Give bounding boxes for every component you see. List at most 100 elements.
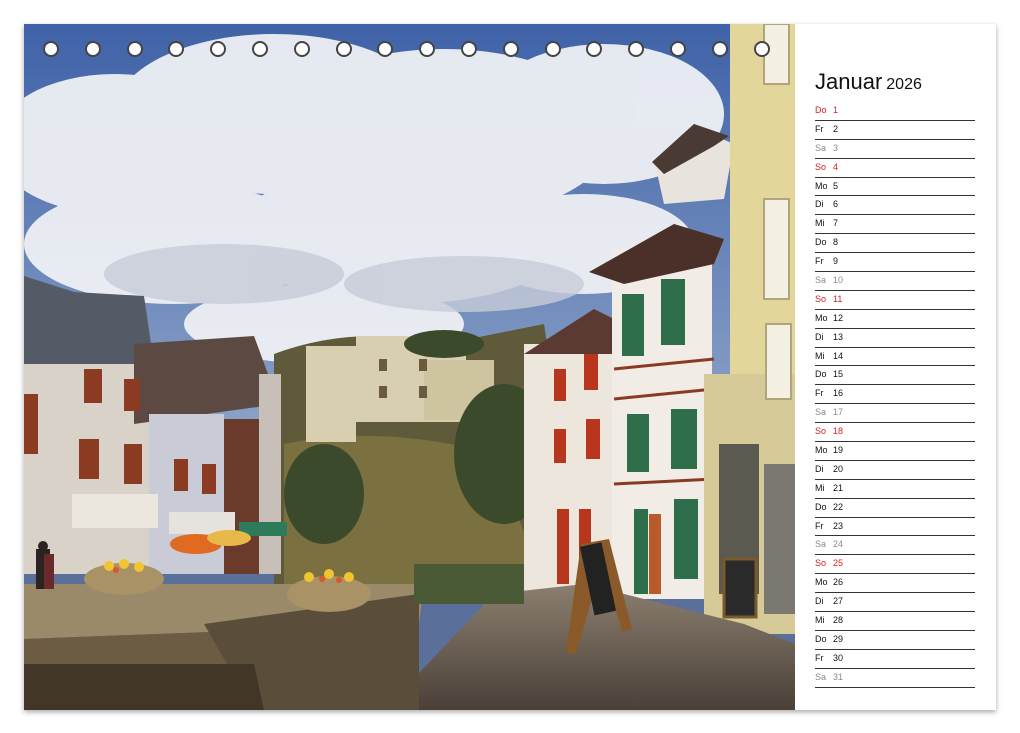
weekday-label: Di <box>815 596 824 607</box>
day-row: Di 6 <box>815 196 975 216</box>
day-row: Mi 28 <box>815 612 975 631</box>
old-town-scene <box>24 24 795 710</box>
day-number: 4 <box>833 161 839 172</box>
day-row: Do 1 <box>815 102 975 121</box>
day-number: 19 <box>833 445 844 456</box>
day-number: 16 <box>833 388 844 399</box>
binding-ring <box>628 41 644 57</box>
day-row: Di 27 <box>815 593 975 613</box>
day-number: 8 <box>833 237 839 248</box>
day-row: Sa 31 <box>815 669 975 688</box>
binding-ring <box>712 41 728 57</box>
town-photo <box>24 24 795 710</box>
weekday-label: Fr <box>815 520 824 531</box>
day-number: 6 <box>833 199 839 210</box>
day-row: Do 15 <box>815 366 975 386</box>
day-number: 23 <box>833 520 844 531</box>
binding-ring <box>336 41 352 57</box>
weekday-label: So <box>815 558 827 569</box>
weekday-label: Do <box>815 237 827 248</box>
day-number: 1 <box>833 105 839 115</box>
day-number: 12 <box>833 312 844 323</box>
day-row: Sa 3 <box>815 140 975 159</box>
weekday-label: Do <box>815 633 827 644</box>
day-number: 30 <box>833 652 844 663</box>
binding-ring <box>127 41 143 57</box>
day-number: 7 <box>833 218 839 229</box>
weekday-label: Mi <box>815 350 825 361</box>
day-row: Sa 10 <box>815 272 975 291</box>
day-number: 15 <box>833 369 844 380</box>
day-row: Mi 14 <box>815 348 975 367</box>
day-row: Fr 30 <box>815 650 975 669</box>
binding-ring <box>252 41 268 57</box>
day-row: Do 29 <box>815 631 975 650</box>
binding-ring <box>461 41 477 57</box>
weekday-label: Mo <box>815 180 828 191</box>
weekday-label: Fr <box>815 652 824 663</box>
day-number: 2 <box>833 123 839 134</box>
calendar-panel: Januar 2026 Do 1 Fr 2 Sa 3 So 4 Mo 5 Di 6 Mi 7 Do 8 Fr 9 Sa… <box>795 24 996 710</box>
binding-ring <box>503 41 519 57</box>
weekday-label: Fr <box>815 123 824 134</box>
day-row: Do 8 <box>815 234 975 254</box>
day-number: 17 <box>833 407 844 418</box>
day-row: Fr 16 <box>815 385 975 405</box>
day-row: Di 20 <box>815 461 975 480</box>
day-row: Fr 9 <box>815 253 975 273</box>
weekday-label: Sa <box>815 407 827 418</box>
binding-ring <box>670 41 686 57</box>
weekday-label: Mo <box>815 445 828 456</box>
month-title: Januar 2026 <box>815 69 922 95</box>
day-number: 9 <box>833 256 839 267</box>
day-number: 14 <box>833 350 844 361</box>
weekday-label: Sa <box>815 275 827 286</box>
day-row: Di 13 <box>815 329 975 348</box>
day-number: 18 <box>833 426 844 437</box>
weekday-label: Mi <box>815 218 825 229</box>
day-row: Fr 2 <box>815 121 975 140</box>
day-number: 22 <box>833 501 844 512</box>
day-row: Mo 19 <box>815 442 975 461</box>
weekday-label: Di <box>815 331 824 342</box>
day-row: Fr 23 <box>815 518 975 537</box>
day-row: So 18 <box>815 423 975 443</box>
binding-ring <box>545 41 561 57</box>
binding-ring <box>168 41 184 57</box>
day-row: Mi 7 <box>815 215 975 235</box>
weekday-label: Mo <box>815 312 828 323</box>
binding-ring <box>43 41 59 57</box>
day-number: 31 <box>833 671 844 682</box>
weekday-label: Sa <box>815 142 827 153</box>
day-number: 24 <box>833 539 844 550</box>
weekday-label: Mo <box>815 577 828 588</box>
day-number: 3 <box>833 142 839 153</box>
binding-ring <box>85 41 101 57</box>
day-row: So 25 <box>815 555 975 575</box>
binding-ring <box>586 41 602 57</box>
day-number: 5 <box>833 180 839 191</box>
day-number: 20 <box>833 463 844 474</box>
weekday-label: Fr <box>815 256 824 267</box>
day-number: 25 <box>833 558 844 569</box>
day-number: 29 <box>833 633 844 644</box>
weekday-label: Sa <box>815 671 827 682</box>
binding-ring <box>294 41 310 57</box>
day-row: Sa 17 <box>815 404 975 424</box>
weekday-label: Di <box>815 463 824 474</box>
weekday-label: So <box>815 161 827 172</box>
month-name: Januar <box>815 69 883 94</box>
weekday-label: Do <box>815 369 827 380</box>
day-number: 26 <box>833 577 844 588</box>
day-row: Mo 12 <box>815 310 975 329</box>
weekday-label: So <box>815 293 827 304</box>
weekday-label: Do <box>815 501 827 512</box>
day-row: Mi 21 <box>815 480 975 499</box>
weekday-label: Mi <box>815 615 825 626</box>
weekday-label: Fr <box>815 388 824 399</box>
binding-ring <box>377 41 393 57</box>
day-number: 13 <box>833 331 844 342</box>
day-row: Sa 24 <box>815 536 975 556</box>
day-number: 28 <box>833 615 844 626</box>
day-row: So 11 <box>815 291 975 310</box>
